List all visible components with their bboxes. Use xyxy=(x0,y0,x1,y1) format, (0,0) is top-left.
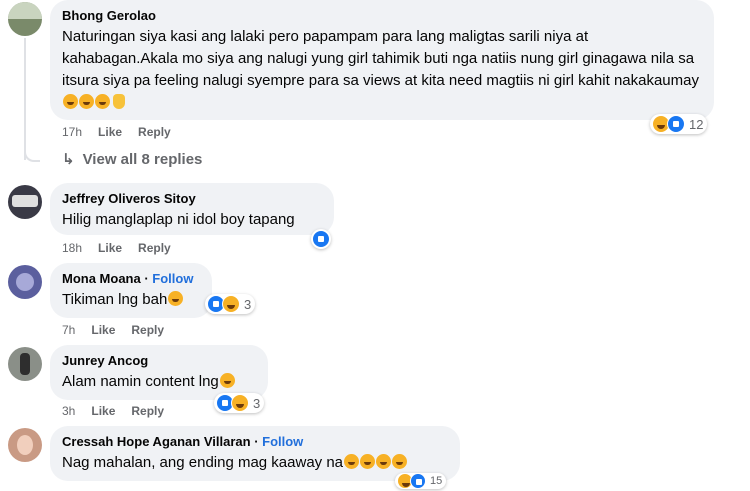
commenter-name: Cressah Hope Aganan Villaran · Follow xyxy=(62,434,448,450)
like-reaction-icon xyxy=(410,473,426,489)
commenter-name[interactable]: Junrey Ancog xyxy=(62,353,256,369)
reply-arrow-icon: ↳ xyxy=(62,151,75,168)
reply-button[interactable]: Reply xyxy=(131,404,164,418)
reaction-summary[interactable]: 3 xyxy=(214,393,265,413)
comment-bubble: Junrey Ancog Alam namin content lng xyxy=(50,345,268,400)
comment-text-body: Naturingan siya kasi ang lalaki pero pap… xyxy=(62,28,699,89)
reaction-summary[interactable]: 12 xyxy=(650,114,708,134)
avatar[interactable] xyxy=(8,265,42,299)
reaction-count: 12 xyxy=(689,116,704,132)
laughing-emoji-icon xyxy=(360,454,376,469)
comment-bubble: Jeffrey Oliveros Sitoy Hilig manglaplap … xyxy=(50,183,334,235)
comment-actions: 18h Like Reply xyxy=(62,240,187,256)
like-button[interactable]: Like xyxy=(91,323,115,337)
name-separator: · xyxy=(250,434,263,449)
laughing-emoji-icon xyxy=(376,454,392,469)
view-replies-link[interactable]: ↳ View all 8 replies xyxy=(62,150,202,168)
comment-text: Hilig manglaplap ni idol boy tapang xyxy=(62,211,295,228)
reaction-count: 3 xyxy=(253,395,261,411)
follow-button[interactable]: Follow xyxy=(152,271,193,286)
avatar[interactable] xyxy=(8,2,42,36)
comment-text: Alam namin content lng xyxy=(62,371,256,393)
laughing-emoji-icon xyxy=(79,94,94,109)
timestamp[interactable]: 18h xyxy=(62,241,82,255)
reaction-summary[interactable]: 3 xyxy=(205,294,256,314)
commenter-name-text[interactable]: Mona Moana xyxy=(62,271,141,286)
comment-text: Tikiman lng bah xyxy=(62,289,200,311)
like-reaction-icon xyxy=(667,115,685,133)
view-replies-label: View all 8 replies xyxy=(82,151,203,168)
comment-text-body: Alam namin content lng xyxy=(62,373,219,390)
smile-emoji-icon xyxy=(168,291,184,306)
comment-bubble: Bhong Gerolao Naturingan siya kasi ang l… xyxy=(50,0,714,120)
laughing-emoji-icon xyxy=(219,373,235,388)
laughing-emoji-icon xyxy=(95,94,110,109)
comment-actions: 7h Like Reply xyxy=(62,322,180,338)
haha-reaction-icon xyxy=(231,394,249,412)
reply-button[interactable]: Reply xyxy=(138,241,171,255)
comment-text: Nag mahalan, ang ending mag kaaway na xyxy=(62,452,448,474)
timestamp[interactable]: 7h xyxy=(62,323,75,337)
follow-button[interactable]: Follow xyxy=(262,434,303,449)
name-separator: · xyxy=(140,271,153,286)
laughing-emoji-icon xyxy=(63,94,78,109)
laughing-emoji-icon xyxy=(344,454,360,469)
timestamp[interactable]: 3h xyxy=(62,404,75,418)
thread-connector xyxy=(24,140,40,162)
commenter-name[interactable]: Bhong Gerolao xyxy=(62,8,702,24)
comment-actions: 3h Like Reply xyxy=(62,403,180,419)
commenter-name: Mona Moana · Follow xyxy=(62,271,200,287)
avatar[interactable] xyxy=(8,185,42,219)
comment-text-body: Nag mahalan, ang ending mag kaaway na xyxy=(62,454,344,471)
reply-button[interactable]: Reply xyxy=(138,125,171,139)
comment-text: Naturingan siya kasi ang lalaki pero pap… xyxy=(62,26,702,114)
reaction-summary[interactable]: 15 xyxy=(395,473,447,489)
avatar[interactable] xyxy=(8,428,42,462)
like-button[interactable]: Like xyxy=(98,125,122,139)
comment-bubble: Mona Moana · Follow Tikiman lng bah xyxy=(50,263,212,318)
like-button[interactable]: Like xyxy=(98,241,122,255)
comment-actions: 17h Like Reply xyxy=(62,124,187,140)
ok-hand-emoji-icon xyxy=(113,94,125,109)
commenter-name[interactable]: Jeffrey Oliveros Sitoy xyxy=(62,191,322,207)
reply-button[interactable]: Reply xyxy=(131,323,164,337)
like-button[interactable]: Like xyxy=(91,404,115,418)
like-reaction-icon xyxy=(312,230,330,248)
reaction-count: 3 xyxy=(244,296,252,312)
timestamp[interactable]: 17h xyxy=(62,125,82,139)
avatar[interactable] xyxy=(8,347,42,381)
commenter-name-text[interactable]: Cressah Hope Aganan Villaran xyxy=(62,434,251,449)
comment-text-body: Tikiman lng bah xyxy=(62,291,168,308)
comment-bubble: Cressah Hope Aganan Villaran · Follow Na… xyxy=(50,426,460,481)
haha-reaction-icon xyxy=(222,295,240,313)
reaction-count: 15 xyxy=(430,475,443,487)
reaction-summary[interactable] xyxy=(311,229,331,249)
laughing-emoji-icon xyxy=(392,454,408,469)
